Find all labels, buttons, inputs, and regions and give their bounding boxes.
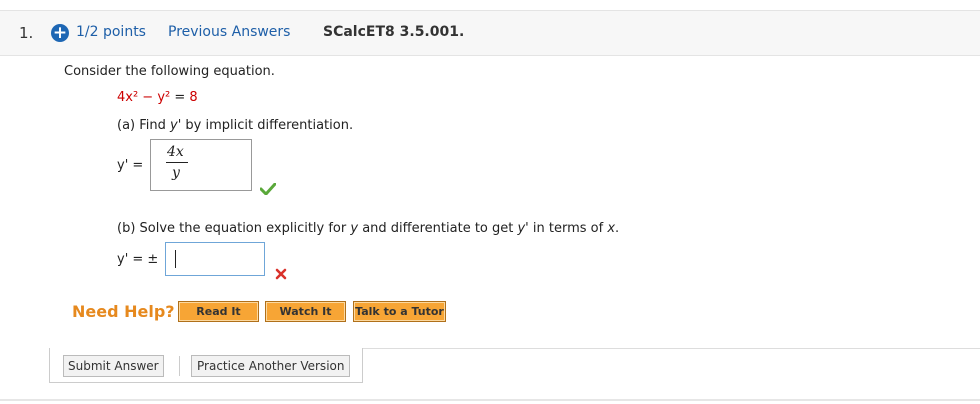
- points-link[interactable]: 1/2 points: [76, 24, 146, 40]
- divider: [361, 348, 980, 349]
- part-a-suffix: by implicit differentiation.: [181, 118, 354, 133]
- answer-a-numerator: 4x: [167, 144, 184, 160]
- part-a-prompt: (a) Find y' by implicit differentiation.: [117, 118, 353, 133]
- problem-intro: Consider the following equation.: [64, 64, 275, 79]
- part-b-mid: and differentiate to get: [358, 221, 518, 236]
- need-help-label: Need Help?: [72, 302, 175, 321]
- button-separator: [179, 356, 180, 376]
- part-b-var-yprime: y': [517, 221, 529, 236]
- equation-equals: =: [170, 90, 190, 105]
- part-b-prompt: (b) Solve the equation explicitly for y …: [117, 221, 619, 236]
- part-b-var-y: y: [350, 221, 359, 236]
- answer-a-denominator: y: [172, 165, 180, 181]
- question-header: 1. + 1/2 points Previous Answers SCalcET…: [0, 10, 980, 56]
- equation-lhs: 4x² − y²: [117, 90, 171, 105]
- answer-a-field[interactable]: 4x y: [150, 139, 252, 191]
- expand-plus-icon[interactable]: +: [51, 24, 69, 42]
- answer-b-input[interactable]: [165, 242, 265, 276]
- part-a-var: y': [170, 118, 182, 133]
- bottom-divider: [0, 399, 980, 401]
- answer-a-label: y' =: [117, 158, 144, 173]
- read-it-button[interactable]: Read It: [178, 301, 259, 322]
- correct-check-icon: [260, 183, 276, 195]
- equation: 4x² − y² = 8: [117, 90, 198, 105]
- part-b-prefix: (b) Solve the equation explicitly for: [117, 221, 351, 236]
- part-b-end: .: [615, 221, 620, 236]
- previous-answers-link[interactable]: Previous Answers: [168, 24, 290, 40]
- submit-answer-button[interactable]: Submit Answer: [63, 355, 164, 377]
- answer-b-label: y' = ±: [117, 252, 159, 267]
- watch-it-button[interactable]: Watch It: [265, 301, 346, 322]
- talk-to-tutor-button[interactable]: Talk to a Tutor: [353, 301, 446, 322]
- question-number: 1.: [19, 24, 34, 42]
- text-caret: [175, 250, 176, 268]
- part-b-mid2: in terms of: [528, 221, 608, 236]
- part-b-var-x: x: [607, 221, 616, 236]
- fraction-bar: [166, 162, 188, 163]
- incorrect-x-icon: [275, 268, 287, 280]
- equation-rhs: 8: [189, 90, 198, 105]
- practice-another-version-button[interactable]: Practice Another Version: [191, 355, 351, 377]
- part-a-prefix: (a) Find: [117, 118, 171, 133]
- question-code: SCalcET8 3.5.001.: [323, 24, 465, 40]
